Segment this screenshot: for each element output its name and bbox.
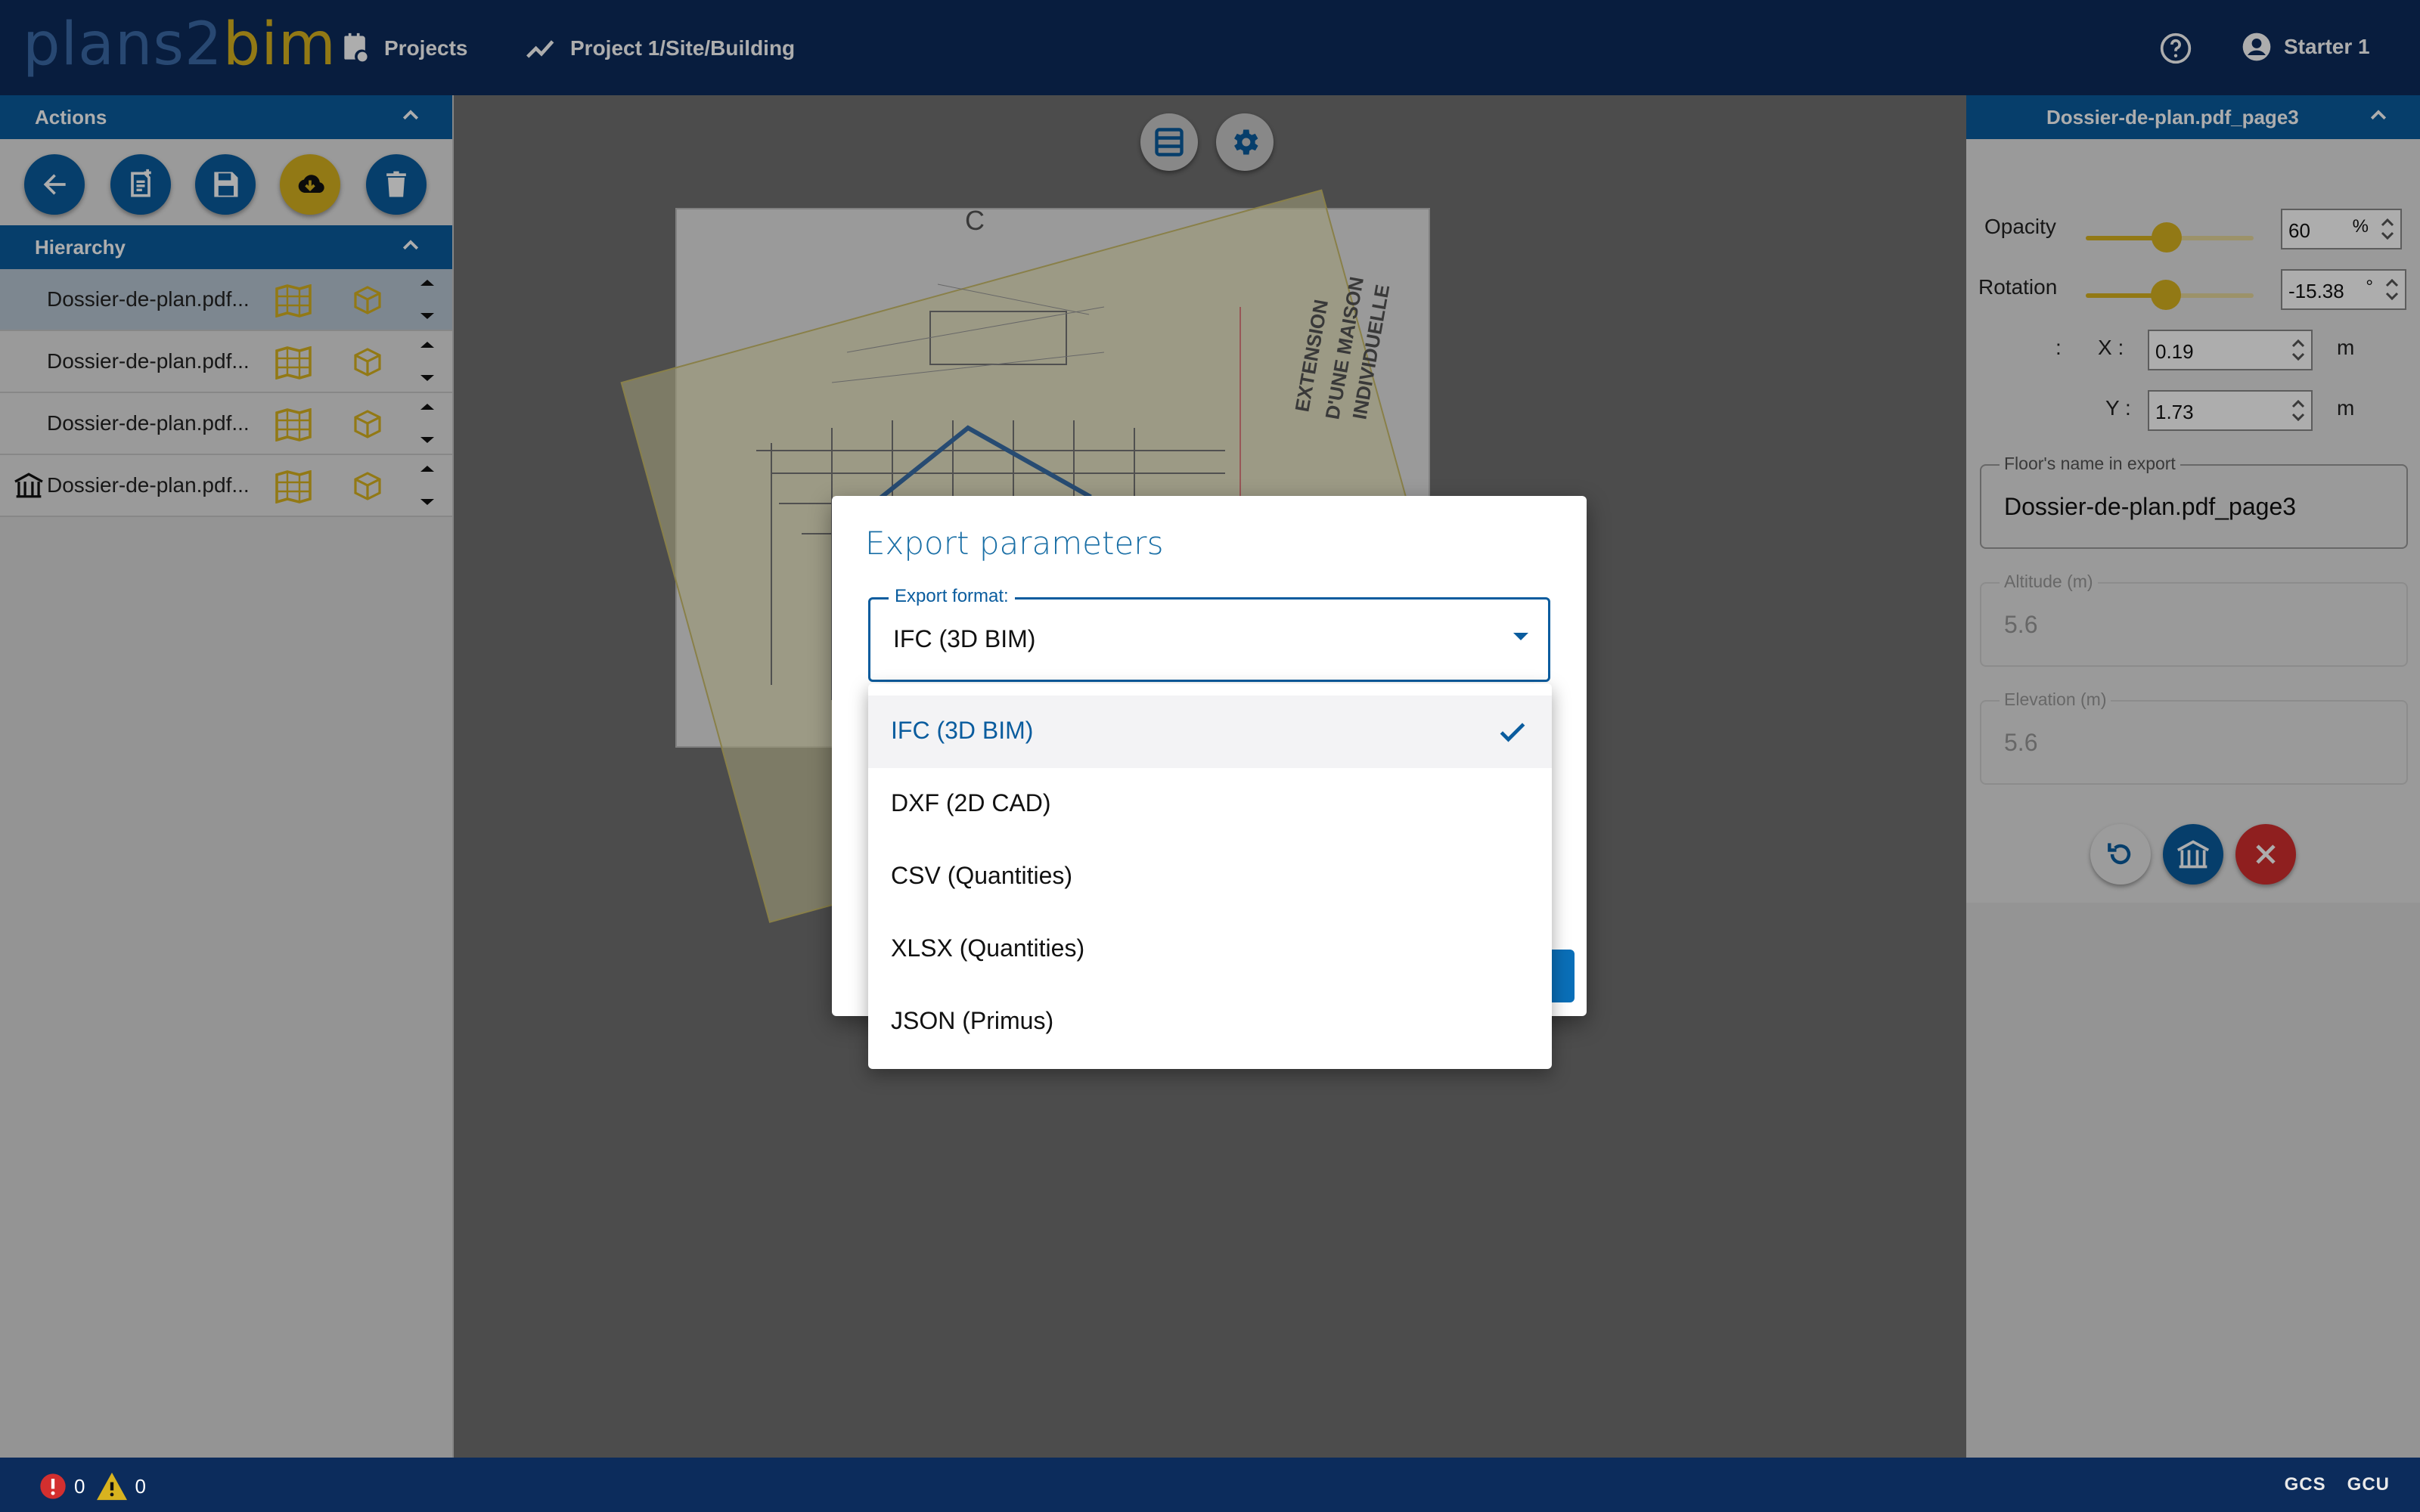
dropdown-caret-icon[interactable] bbox=[1513, 633, 1528, 640]
check-icon bbox=[1500, 723, 1525, 742]
error-icon bbox=[40, 1473, 66, 1499]
status-tags: GCS GCU bbox=[2285, 1474, 2390, 1495]
export-format-select[interactable]: Export format: IFC (3D BIM) bbox=[868, 586, 1550, 682]
format-option-ifc[interactable]: IFC (3D BIM) bbox=[868, 696, 1552, 768]
warning-icon bbox=[97, 1472, 128, 1501]
format-option-xlsx[interactable]: XLSX (Quantities) bbox=[868, 913, 1552, 986]
format-option-csv[interactable]: CSV (Quantities) bbox=[868, 841, 1552, 913]
error-count: 0 bbox=[74, 1474, 85, 1498]
status-tag[interactable]: GCS bbox=[2285, 1474, 2326, 1495]
export-format-value: IFC (3D BIM) bbox=[893, 625, 1036, 652]
dialog-title: Export parameters bbox=[865, 525, 1164, 562]
export-format-menu: IFC (3D BIM) DXF (2D CAD) CSV (Quantitie… bbox=[868, 683, 1552, 1069]
format-option-dxf[interactable]: DXF (2D CAD) bbox=[868, 768, 1552, 841]
status-bar: 0 0 GCS GCU bbox=[0, 1458, 2420, 1512]
export-format-label: Export format: bbox=[889, 586, 1015, 607]
format-option-json[interactable]: JSON (Primus) bbox=[868, 986, 1552, 1058]
warning-count: 0 bbox=[135, 1474, 146, 1498]
status-tag[interactable]: GCU bbox=[2347, 1474, 2390, 1495]
status-counts[interactable]: 0 0 bbox=[38, 1471, 146, 1501]
